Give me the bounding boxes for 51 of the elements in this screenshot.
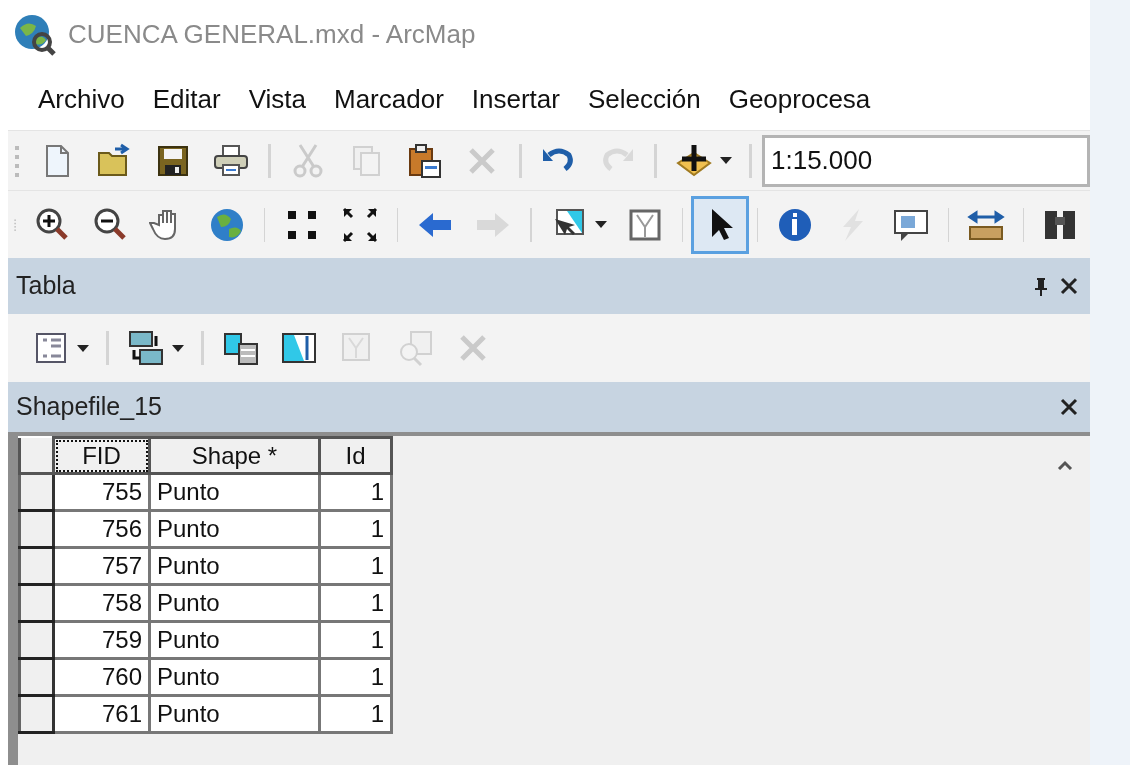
close-icon[interactable] [1060, 277, 1078, 295]
table-cell: 1 [319, 510, 392, 548]
table-cell: 757 [53, 547, 150, 585]
globe-app-icon [12, 12, 56, 56]
menu-item[interactable]: Geoprocesa [716, 79, 883, 119]
close-icon[interactable] [1060, 398, 1078, 416]
scale-field[interactable]: 1:15.000 [762, 134, 1090, 187]
menu-item[interactable]: Vista [236, 79, 318, 119]
table-cell: 1 [319, 695, 392, 733]
table-cell: 759 [53, 621, 150, 659]
table-title: Shapefile_15 [16, 391, 162, 423]
pin-icon[interactable] [1034, 276, 1048, 296]
table-cell: 758 [53, 584, 150, 622]
row-selector[interactable] [19, 473, 54, 511]
row-selector[interactable] [19, 695, 54, 733]
table-cell: Punto [149, 584, 320, 622]
row-selector[interactable] [19, 584, 54, 622]
table-cell: 756 [53, 510, 150, 548]
related-tables-icon [126, 328, 166, 368]
table-cell: 761 [53, 695, 150, 733]
table-cell: Punto [149, 510, 320, 548]
table-cell: 760 [53, 658, 150, 696]
table-cell: 1 [319, 473, 392, 511]
row-selector[interactable] [19, 547, 54, 585]
column-header[interactable]: FID [53, 437, 150, 474]
menu-item[interactable]: Selección [575, 79, 713, 119]
table-cell: 1 [319, 584, 392, 622]
window-title: CUENCA GENERAL.mxd - ArcMap [68, 17, 476, 51]
panel-title: Tabla [16, 270, 76, 302]
table-cell: 1 [319, 621, 392, 659]
table-cell: 755 [53, 473, 150, 511]
row-selector[interactable] [19, 658, 54, 696]
toolbar-grip[interactable] [14, 143, 20, 178]
column-header[interactable]: Id [319, 437, 392, 474]
row-selector[interactable] [19, 510, 54, 548]
menu-item[interactable]: Archivo [26, 79, 137, 119]
row-selector[interactable] [19, 621, 54, 659]
table-cell: Punto [149, 621, 320, 659]
table-cell: Punto [149, 658, 320, 696]
menu-item[interactable]: Insertar [459, 79, 572, 119]
table-cell: Punto [149, 473, 320, 511]
table-cell: Punto [149, 695, 320, 733]
column-header[interactable]: Shape * [149, 437, 320, 474]
table-cell: Punto [149, 547, 320, 585]
table-cell: 1 [319, 547, 392, 585]
toolbar-button[interactable] [690, 195, 749, 254]
menu-item[interactable]: Marcador [321, 79, 456, 119]
row-selector-header[interactable] [19, 437, 54, 474]
scroll-up-icon[interactable] [1057, 460, 1073, 470]
menu-item[interactable]: Editar [140, 79, 233, 119]
table-cell: 1 [319, 658, 392, 696]
